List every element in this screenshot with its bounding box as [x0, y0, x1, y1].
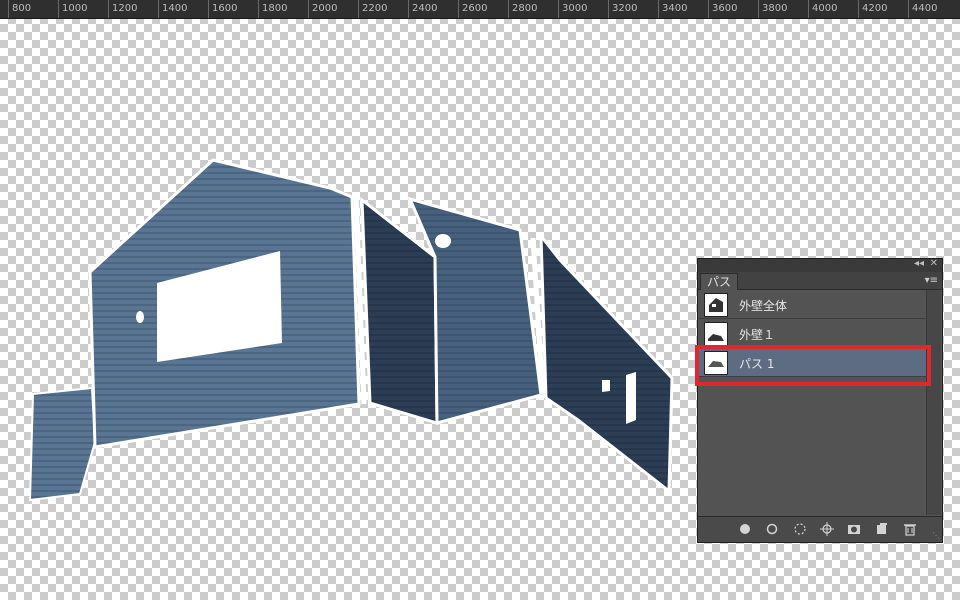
- wall-left-low: [28, 386, 97, 502]
- path-item[interactable]: 外壁全体: [699, 290, 927, 319]
- stroke-path-icon[interactable]: [765, 522, 779, 536]
- path-item[interactable]: 外壁１: [699, 319, 927, 348]
- ruler-tick: [658, 0, 659, 18]
- ruler-tick: [558, 0, 559, 18]
- wall-right-opening: [602, 380, 610, 392]
- ruler-label: 3000: [562, 3, 588, 14]
- ruler-label: 1200: [112, 3, 138, 14]
- panel-menu-icon[interactable]: ▾≡: [925, 272, 938, 289]
- ruler-tick: [208, 0, 209, 18]
- ruler-tick: [708, 0, 709, 18]
- ruler-tick: [508, 0, 509, 18]
- ruler-tick: [108, 0, 109, 18]
- ruler-label: 4000: [812, 3, 838, 14]
- panel-footer: ⋱: [698, 516, 942, 542]
- make-path-from-selection-icon[interactable]: [820, 522, 834, 536]
- wall-right: [539, 231, 674, 495]
- add-mask-icon[interactable]: [847, 522, 861, 536]
- ruler-tick: [158, 0, 159, 18]
- ruler-tick: [358, 0, 359, 18]
- panel-scrollbar[interactable]: [926, 290, 941, 515]
- new-path-icon[interactable]: [875, 522, 889, 536]
- load-selection-icon[interactable]: [793, 522, 807, 536]
- close-icon[interactable]: ✕: [930, 258, 938, 269]
- ruler-label: 1600: [212, 3, 238, 14]
- path-item-label: 外壁１: [739, 328, 776, 342]
- trash-icon[interactable]: [903, 522, 917, 536]
- ruler-label: 2600: [462, 3, 488, 14]
- resize-grip-icon[interactable]: ⋱: [932, 531, 940, 540]
- ruler-label: 2800: [512, 3, 538, 14]
- horizontal-ruler: 800 1000 1200 1400 1600 1800 2000 2200 2…: [0, 0, 960, 19]
- ruler-label: 1800: [262, 3, 288, 14]
- ruler-label: 1000: [62, 3, 88, 14]
- ruler-label: 2200: [362, 3, 388, 14]
- ruler-label: 3600: [712, 3, 738, 14]
- ruler-tick: [58, 0, 59, 18]
- ruler-label: 1400: [162, 3, 188, 14]
- ruler-tick: [408, 0, 409, 18]
- path-item-label: パス 1: [739, 357, 775, 371]
- path-thumbnail-icon: [704, 322, 728, 346]
- ruler-tick: [458, 0, 459, 18]
- wall-vent-hole: [136, 311, 144, 323]
- ruler-label: 2000: [312, 3, 338, 14]
- wall-right-opening: [626, 372, 636, 424]
- tab-paths[interactable]: パス: [700, 273, 739, 290]
- ruler-tick: [308, 0, 309, 18]
- panel-tabbar: パス ▾≡: [698, 272, 942, 290]
- paths-panel: ◂◂ ✕ パス ▾≡ 外壁全体 外壁１ パス 1 ⋱: [697, 258, 943, 543]
- paths-list: 外壁全体 外壁１ パス 1: [699, 290, 927, 515]
- panel-titlebar[interactable]: ◂◂ ✕: [698, 258, 942, 272]
- ruler-label: 4400: [912, 3, 938, 14]
- wall-notch: [435, 234, 451, 248]
- double-chevron-icon[interactable]: ◂◂: [914, 258, 924, 269]
- ruler-label: 800: [12, 3, 32, 14]
- ruler-tick: [608, 0, 609, 18]
- ruler-label: 2400: [412, 3, 438, 14]
- ruler-label: 3800: [762, 3, 788, 14]
- ruler-tick: [258, 0, 259, 18]
- ruler-tick: [808, 0, 809, 18]
- path-thumbnail-icon: [704, 293, 728, 317]
- ruler-label: 3200: [612, 3, 638, 14]
- ruler-label: 3400: [662, 3, 688, 14]
- ruler-tick: [8, 0, 9, 18]
- ruler-tick: [908, 0, 909, 18]
- ruler-tick: [858, 0, 859, 18]
- path-item-selected[interactable]: パス 1: [699, 348, 927, 377]
- ruler-label: 4200: [862, 3, 888, 14]
- fill-path-icon[interactable]: [738, 522, 752, 536]
- path-item-label: 外壁全体: [739, 299, 788, 313]
- path-thumbnail-icon: [704, 351, 728, 375]
- ruler-tick: [758, 0, 759, 18]
